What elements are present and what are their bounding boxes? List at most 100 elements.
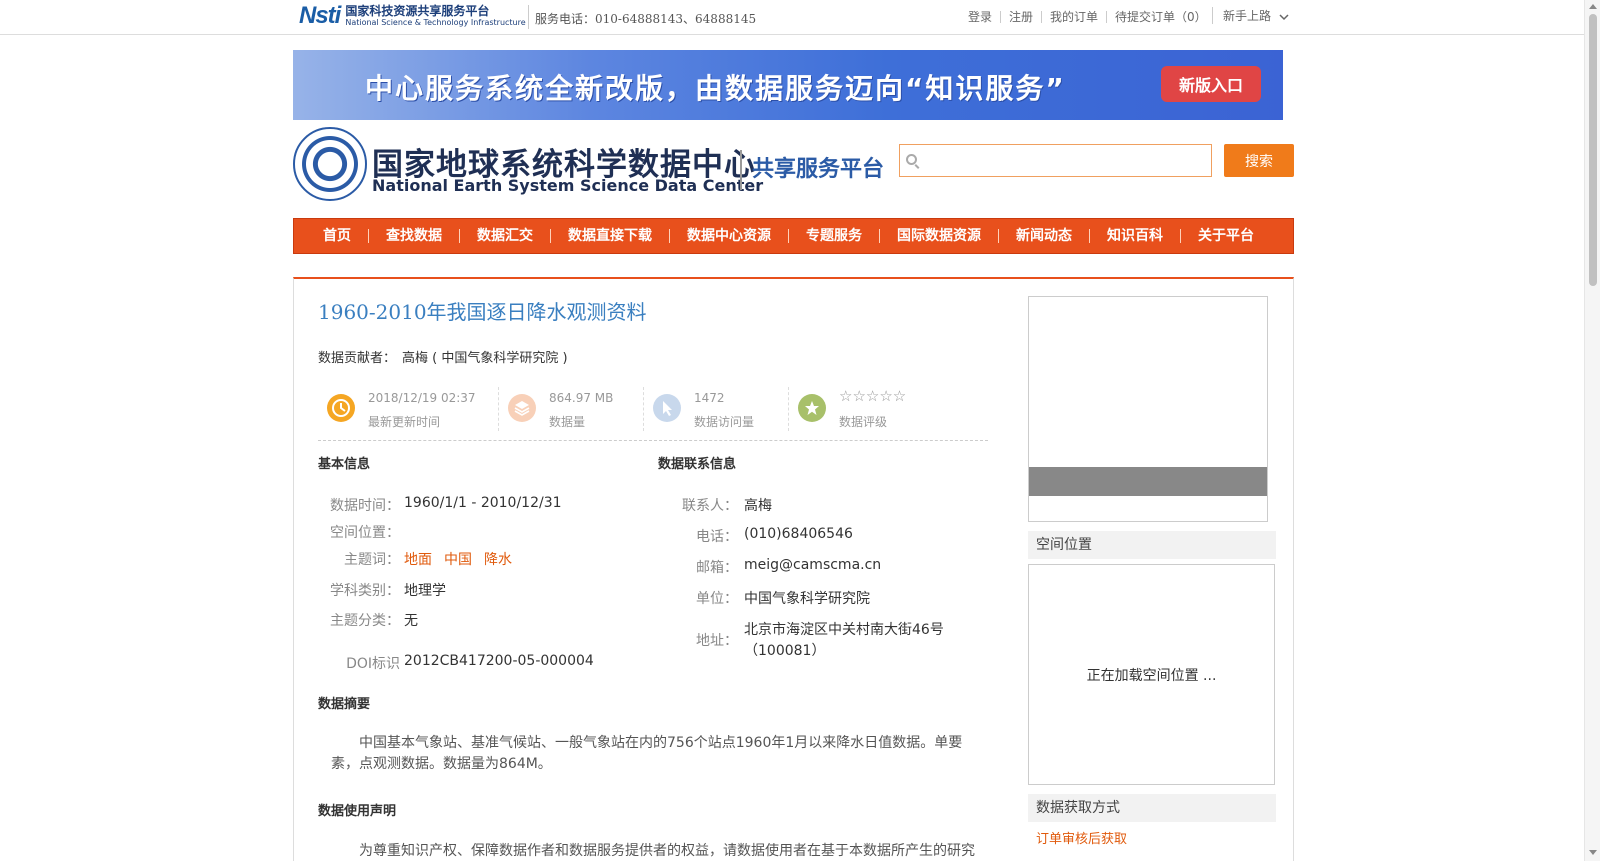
nav-item-intl-resources[interactable]: 国际数据资源 — [879, 229, 998, 243]
data-time-value: 1960/1/1 - 2010/12/31 — [404, 495, 562, 511]
top-bar: Nsti 国家科技资源共享服务平台 National Science & Tec… — [0, 0, 1584, 35]
beginner-guide-dropdown[interactable]: 新手上路 — [1212, 7, 1289, 24]
my-orders-link[interactable]: 我的订单 — [1041, 11, 1106, 23]
usage-text: 为尊重知识产权、保障数据作者和数据服务提供者的权益，请数据使用者在基于本数据所产… — [359, 843, 975, 859]
contact-email-value[interactable]: meig@camscma.cn — [744, 557, 881, 573]
contact-phone-label: 电话： — [696, 529, 738, 545]
rating-stars[interactable]: ☆☆☆☆☆ — [839, 387, 906, 405]
doi-value: 2012CB417200-05-000004 — [404, 653, 594, 669]
contact-phone-value: (010)68406546 — [744, 526, 853, 542]
category-label: 主题分类： — [330, 613, 400, 629]
nav-item-topic-services[interactable]: 专题服务 — [788, 229, 879, 243]
pending-orders-link[interactable]: 待提交订单（0） — [1106, 11, 1215, 23]
contact-address-line1: 北京市海淀区中关村南大街46号 — [744, 622, 944, 638]
abstract-title: 数据摘要 — [318, 697, 371, 712]
search-box — [899, 144, 1212, 177]
contact-address-label: 地址： — [696, 633, 738, 649]
contact-unit-label: 单位： — [696, 591, 738, 607]
keyword-tag[interactable]: 中国 — [444, 552, 472, 568]
nav-item-data-submission[interactable]: 数据汇交 — [459, 229, 550, 243]
access-method-link[interactable]: 订单审核后获取 — [1036, 828, 1127, 847]
banner-text: 中心服务系统全新改版，由数据服务迈向“知识服务” — [365, 72, 1066, 105]
space-label: 空间位置： — [330, 525, 400, 541]
nav-item-news[interactable]: 新闻动态 — [998, 229, 1089, 243]
nav-item-home[interactable]: 首页 — [306, 229, 368, 243]
contact-unit-value: 中国气象科学研究院 — [744, 591, 870, 607]
stat-size-label: 数据量 — [549, 415, 586, 429]
nav-item-direct-download[interactable]: 数据直接下载 — [550, 229, 669, 243]
chevron-down-icon — [1279, 13, 1289, 20]
nsti-logo-en: National Science & Technology Infrastruc… — [345, 18, 526, 27]
search-button[interactable]: 搜索 — [1224, 144, 1294, 177]
discipline-link[interactable]: 地理学 — [404, 580, 446, 600]
keywords-label: 主题词： — [344, 552, 400, 568]
layers-icon — [508, 394, 536, 422]
category-value: 无 — [404, 613, 418, 629]
contact-email-label: 邮箱： — [696, 560, 738, 576]
stat-visits: 1472 数据访问量 — [644, 385, 789, 435]
abstract-text: 中国基本气象站、基准气候站、一般气象站在内的756个站点1960年1月以来降水日… — [331, 735, 963, 772]
search-icon — [906, 154, 917, 165]
login-link[interactable]: 登录 — [960, 11, 1000, 23]
data-center-emblem-icon[interactable] — [293, 127, 367, 201]
main-nav: 首页 查找数据 数据汇交 数据直接下载 数据中心资源 专题服务 国际数据资源 新… — [293, 218, 1294, 254]
stat-rating-label: 数据评级 — [839, 415, 888, 429]
header-divider — [740, 150, 742, 190]
spatial-map[interactable]: 正在加载空间位置 ... — [1028, 564, 1275, 785]
service-phone: 服务电话：010-64888143、64888145 — [535, 12, 757, 26]
nav-item-knowledge[interactable]: 知识百科 — [1089, 229, 1180, 243]
stat-visits-label: 数据访问量 — [694, 415, 755, 429]
contributor: 数据贡献者： 高梅 ( 中国气象科学研究院 ) — [318, 347, 568, 366]
dataset-thumbnail[interactable] — [1028, 296, 1268, 522]
top-divider — [528, 5, 529, 29]
stat-visits-value: 1472 — [694, 391, 725, 405]
register-link[interactable]: 注册 — [1000, 11, 1041, 23]
beginner-guide-label: 新手上路 — [1223, 9, 1272, 23]
contributor-value: 高梅 ( 中国气象科学研究院 ) — [402, 351, 568, 366]
access-section-title: 数据获取方式 — [1028, 794, 1276, 822]
stat-size: 864.97 MB 数据量 — [499, 385, 644, 435]
platform-label: 共享服务平台 — [752, 157, 885, 182]
doi-label: DOI标识 — [346, 656, 400, 672]
usage-title: 数据使用声明 — [318, 804, 397, 819]
cursor-click-icon — [653, 394, 681, 422]
keyword-tag[interactable]: 降水 — [484, 552, 512, 568]
page-scrollbar[interactable] — [1584, 0, 1600, 861]
nsti-logo-text: 国家科技资源共享服务平台 National Science & Technolo… — [345, 5, 525, 27]
page: Nsti 国家科技资源共享服务平台 National Science & Tec… — [0, 0, 1600, 861]
center-name-en: National Earth System Science Data Cente… — [372, 176, 764, 195]
scrollbar-thumb[interactable] — [1589, 14, 1597, 286]
stat-rating: ☆☆☆☆☆ 数据评级 — [789, 385, 979, 435]
map-loading-text: 正在加载空间位置 ... — [1086, 667, 1217, 684]
contact-person-label: 联系人： — [682, 498, 738, 514]
space-section-title: 空间位置 — [1028, 531, 1276, 559]
nsti-logo-mark: Nsti — [299, 2, 341, 29]
promo-banner[interactable]: 中心服务系统全新改版，由数据服务迈向“知识服务” 新版入口 — [293, 50, 1283, 120]
contributor-label: 数据贡献者： — [318, 351, 397, 366]
nav-item-about[interactable]: 关于平台 — [1180, 229, 1271, 243]
nsti-logo[interactable]: Nsti 国家科技资源共享服务平台 National Science & Tec… — [299, 2, 526, 30]
stat-updated-value: 2018/12/19 02:37 — [368, 391, 476, 405]
basic-info-title: 基本信息 — [318, 457, 371, 472]
scroll-down-arrow-icon[interactable] — [1589, 850, 1597, 855]
nav-item-center-resources[interactable]: 数据中心资源 — [669, 229, 788, 243]
dataset-stats: 2018/12/19 02:37 最新更新时间 864.97 MB 数据量 14… — [318, 385, 988, 441]
search-input[interactable] — [924, 149, 1204, 173]
dataset-title: 1960-2010年我国逐日降水观测资料 — [318, 300, 647, 324]
contact-address-line2: （100081） — [744, 643, 826, 659]
stat-updated: 2018/12/19 02:37 最新更新时间 — [318, 385, 498, 435]
stat-size-value: 864.97 MB — [549, 391, 614, 405]
keyword-tag[interactable]: 地面 — [404, 552, 432, 568]
clock-icon — [327, 394, 355, 422]
keywords-list: 地面 中国 降水 — [404, 549, 524, 569]
star-badge-icon — [798, 394, 826, 422]
new-version-button[interactable]: 新版入口 — [1161, 66, 1261, 102]
contact-person-value: 高梅 — [744, 498, 772, 514]
nsti-logo-cn: 国家科技资源共享服务平台 — [345, 4, 490, 18]
top-links: 登录 注册 我的订单 待提交订单（0） — [960, 11, 1215, 23]
scroll-up-arrow-icon[interactable] — [1589, 4, 1597, 9]
discipline-label: 学科类别： — [330, 583, 400, 599]
data-time-label: 数据时间： — [330, 498, 400, 514]
nav-item-find-data[interactable]: 查找数据 — [368, 229, 459, 243]
contact-info-title: 数据联系信息 — [658, 457, 737, 472]
